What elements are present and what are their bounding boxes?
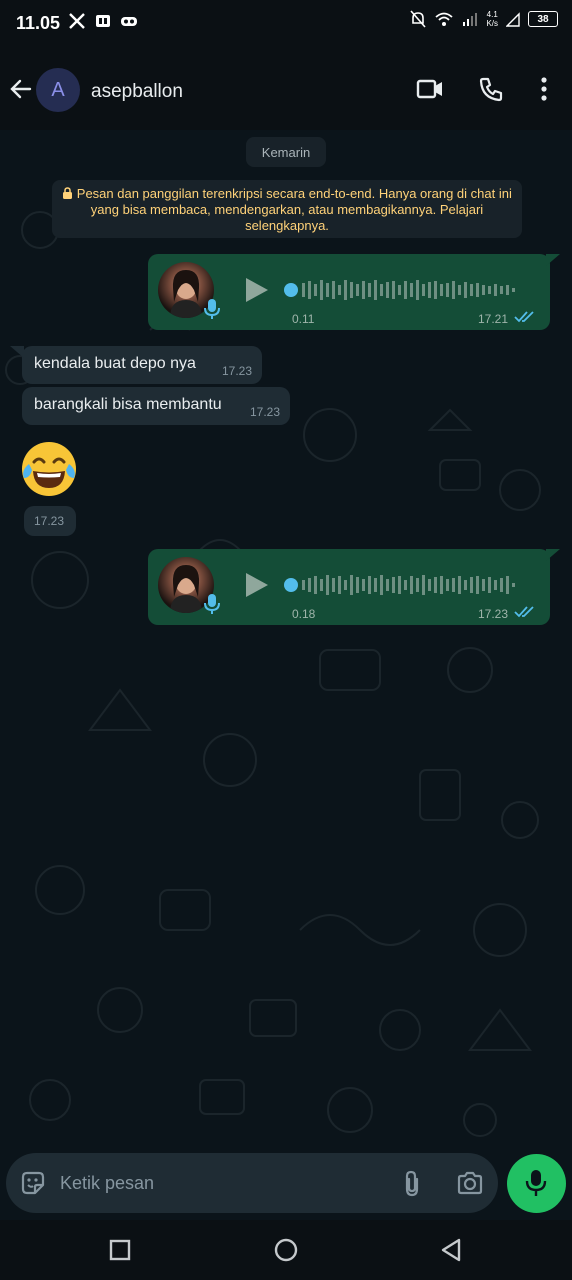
more-vert-icon[interactable] [540,76,548,102]
nav-recents-icon[interactable] [109,1239,131,1261]
system-nav-bar [0,1220,572,1280]
bubble-tail [546,549,560,561]
message-time: 17.21 [477,312,508,326]
back-arrow-icon[interactable] [8,76,34,102]
read-ticks-icon [514,606,534,618]
chat-area[interactable]: Kemarin Pesan dan panggilan terenkripsi … [0,130,572,1152]
bubble-tail [546,254,560,266]
camera-icon[interactable] [456,1171,484,1195]
lock-icon [63,187,73,199]
voice-duration: 0.18 [292,607,316,621]
message-time: 17.23 [249,405,280,419]
status-bar: 11.05 4.1 K/s 38 [0,0,572,46]
voice-message[interactable]: 0.11 17.21 [148,254,550,330]
text-message[interactable]: kendala buat depo nya 17.23 [22,346,262,384]
app-notification-icon [96,15,110,27]
voice-record-button[interactable] [507,1154,566,1213]
bubble-tail [10,346,24,358]
mute-icon [410,10,427,28]
battery-indicator: 38 [528,11,558,27]
mic-icon [525,1170,547,1196]
chat-header: A asepballon [0,46,572,130]
game-icon [121,17,137,26]
phone-icon[interactable] [478,76,504,102]
mic-badge-icon [204,299,220,319]
message-input-placeholder: Ketik pesan [60,1173,155,1193]
net-speed: 4.1 K/s [486,10,498,28]
date-chip: Kemarin [246,137,326,167]
voice-waveform[interactable] [284,278,534,302]
text-message[interactable]: barangkali bisa membantu 17.23 [22,387,290,425]
play-icon[interactable] [244,276,270,304]
message-text: barangkali bisa membantu [34,396,222,413]
avatar[interactable]: A [36,68,80,112]
video-call-icon[interactable] [416,76,444,102]
read-ticks-icon [514,311,534,323]
message-time: 17.23 [34,514,65,528]
signal-icon [463,13,478,26]
attach-icon[interactable] [402,1169,422,1197]
status-time: 11.05 [16,13,61,33]
message-time: 17.23 [221,364,252,378]
encryption-notice-text: Pesan dan panggilan terenkripsi secara e… [76,186,512,233]
face-with-tears-of-joy-icon[interactable] [20,440,78,498]
wifi-icon [435,12,454,26]
voice-duration: 0.11 [292,312,315,326]
message-time: 17.23 [477,607,508,621]
signal-icon-2 [506,12,520,27]
emoji-time-chip: 17.23 [24,506,76,536]
message-text: kendala buat depo nya [34,355,196,372]
voice-waveform[interactable] [284,573,534,597]
sticker-icon[interactable] [19,1169,47,1197]
play-icon[interactable] [244,571,270,599]
contact-name[interactable]: asepballon [91,81,183,103]
encryption-notice[interactable]: Pesan dan panggilan terenkripsi secara e… [52,180,522,238]
nav-back-icon[interactable] [440,1238,462,1262]
message-input[interactable]: Ketik pesan [6,1153,498,1213]
x-app-icon [69,13,85,29]
voice-message[interactable]: 0.18 17.23 [148,549,550,625]
mic-badge-icon [204,594,220,614]
composer-bar: Ketik pesan [0,1152,572,1220]
nav-home-icon[interactable] [273,1237,299,1263]
